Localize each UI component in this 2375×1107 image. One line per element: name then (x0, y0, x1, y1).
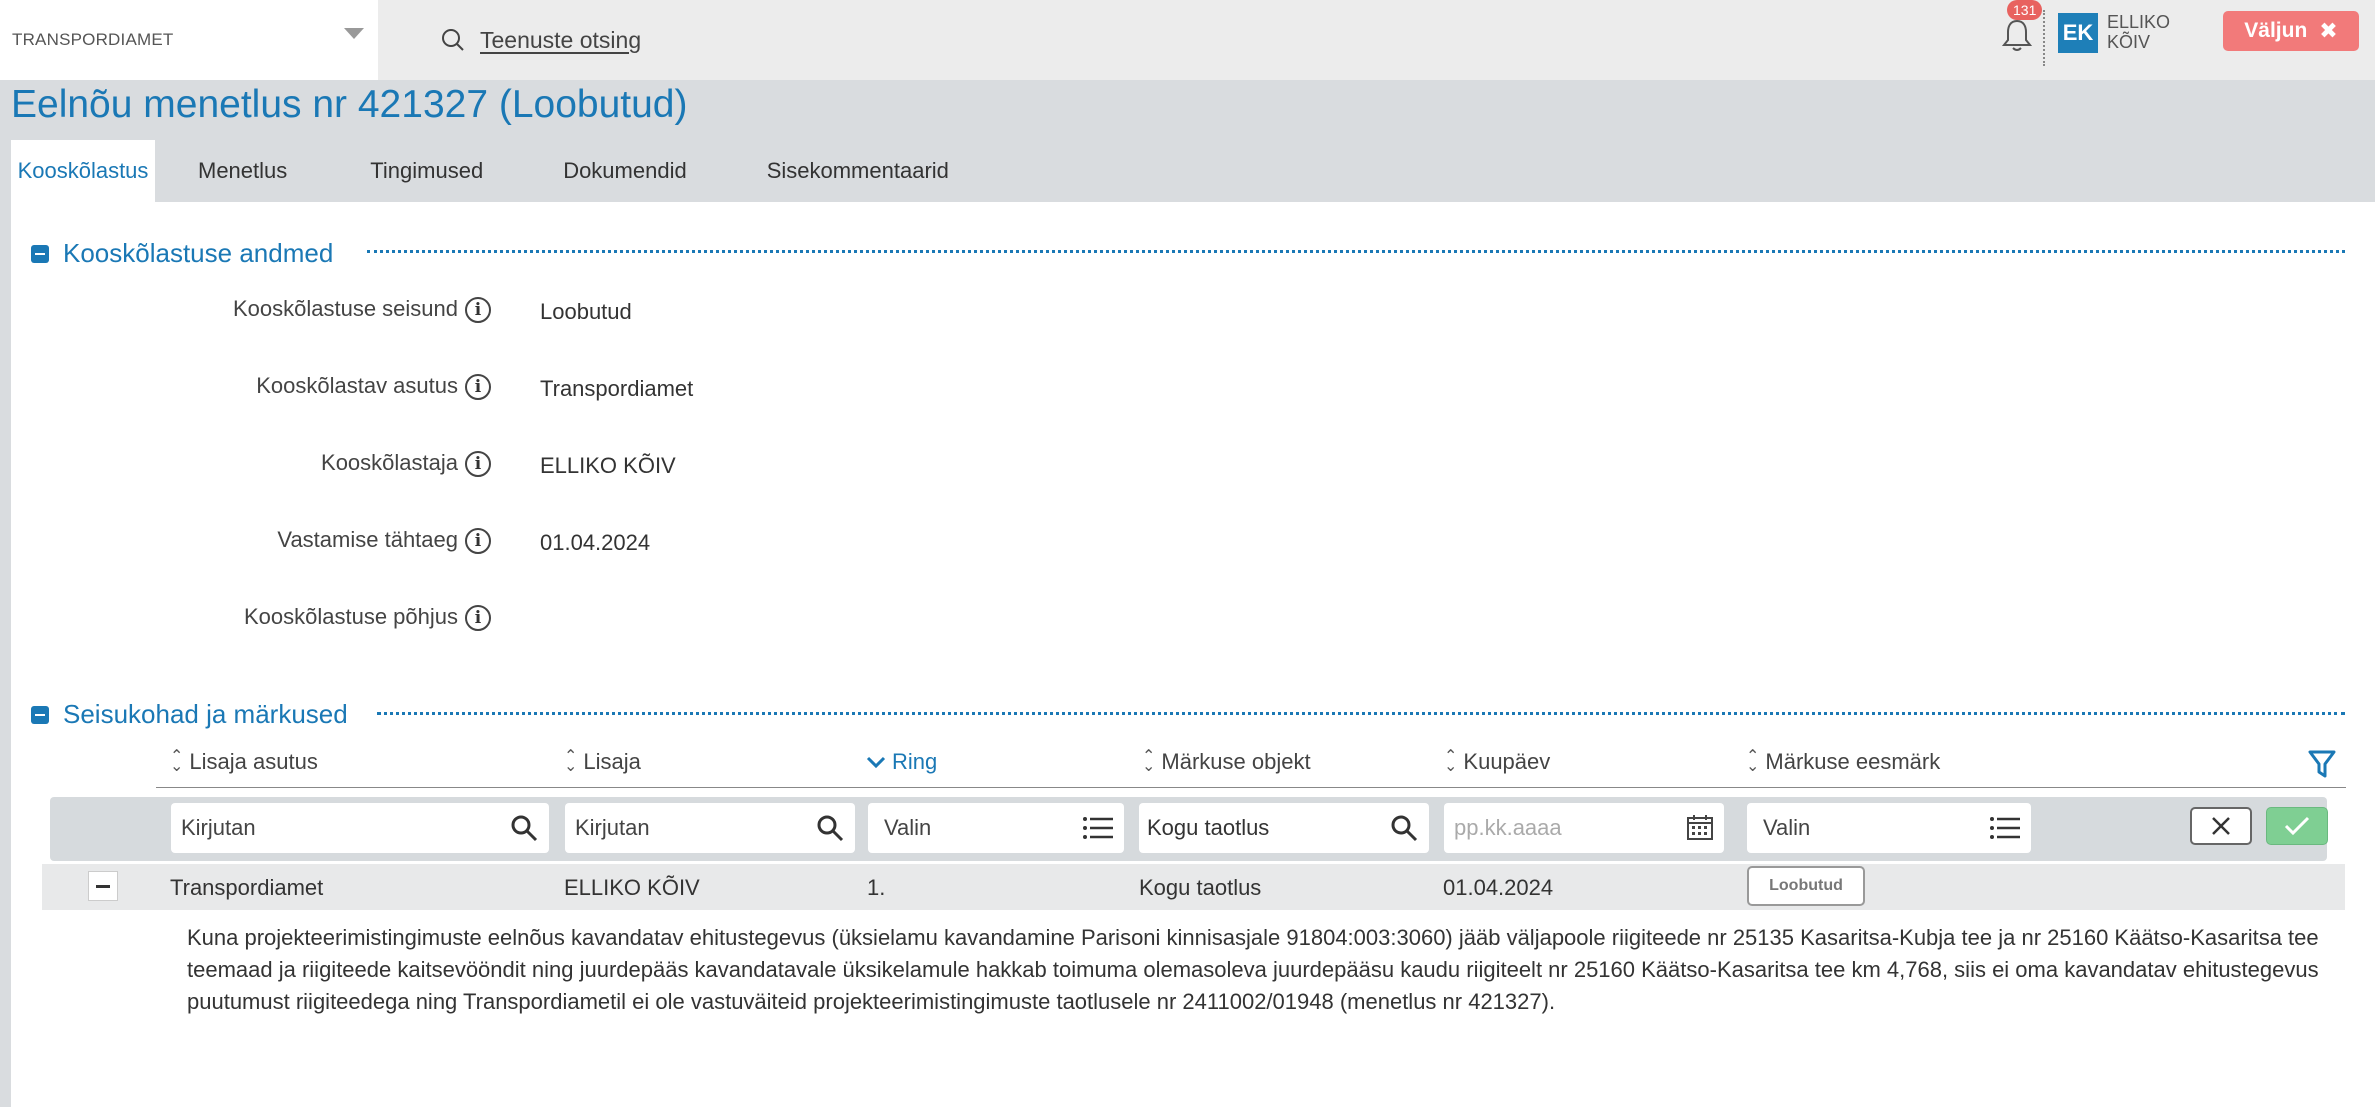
filter-kuupaev-input[interactable]: pp.kk.aaaa (1444, 803, 1724, 853)
field-label-pohjus: Kooskõlastuse põhjus (243, 604, 458, 629)
search-icon (817, 815, 844, 842)
filter-markuse-objekt-input[interactable]: Kogu taotlus (1139, 803, 1429, 853)
field-value-tahtaeg: 01.04.2024 (540, 530, 651, 555)
tab-dokumendid[interactable]: Dokumendid (523, 140, 727, 202)
collapse-icon[interactable] (31, 244, 49, 263)
collapse-icon[interactable] (31, 705, 49, 724)
column-header-ring[interactable]: Ring (866, 749, 937, 775)
filter-value: Valin (1763, 815, 1811, 840)
filter-ring-select[interactable]: Valin (868, 803, 1124, 853)
user-last-name: KÕIV (2107, 32, 2151, 52)
field-label-seisund: Kooskõlastuse seisund (232, 296, 458, 321)
close-icon: ✖ (2319, 18, 2338, 43)
bell-icon[interactable] (2000, 17, 2034, 53)
sort-icon: ⌃ ⌄ (1746, 748, 1760, 775)
field-value-asutus: Transpordiamet (540, 376, 694, 401)
top-bar: TRANSPORDIAMET Teenuste otsing 131 EK EL… (0, 0, 2375, 80)
column-header-markuse-eesmark[interactable]: ⌃ ⌄ Märkuse eesmärk (1746, 749, 1940, 775)
tab-menetlus[interactable]: Menetlus (155, 140, 330, 202)
tab-bar: Kooskõlastus Menetlus Tingimused Dokumen… (11, 140, 989, 202)
sort-icon: ⌃ ⌄ (564, 748, 578, 775)
search-icon (1391, 815, 1418, 842)
chevron-down-icon (344, 28, 364, 39)
info-icon[interactable]: i (465, 297, 491, 323)
section-title: Kooskõlastuse andmed (63, 238, 334, 268)
status-badge: Loobutud (1747, 866, 1865, 906)
collapse-row-toggle[interactable] (88, 871, 118, 901)
field-label-asutus: Kooskõlastav asutus (256, 373, 458, 398)
tab-sisekommentaarid[interactable]: Sisekommentaarid (727, 140, 989, 202)
column-header-lisaja[interactable]: ⌃ ⌄ Lisaja (564, 749, 641, 775)
cell-lisaja-asutus: Transpordiamet (170, 875, 324, 900)
section-title: Seisukohad ja märkused (63, 699, 348, 729)
column-header-markuse-objekt[interactable]: ⌃ ⌄ Märkuse objekt (1142, 749, 1311, 775)
column-header-kuupaev[interactable]: ⌃ ⌄ Kuupäev (1444, 749, 1550, 775)
list-icon (1083, 817, 1113, 839)
divider (2043, 10, 2045, 66)
column-header-label: Lisaja (583, 749, 641, 774)
notification-count-badge: 131 (2007, 0, 2043, 20)
column-header-label: Märkuse eesmärk (1765, 749, 1941, 774)
comment-text: Kuna projekteerimistingimuste eelnõus ka… (187, 925, 2319, 1014)
user-first-name: ELLIKO (2107, 12, 2171, 32)
user-name: ELLIKO KÕIV (2107, 12, 2170, 52)
filter-value: Kirjutan (181, 815, 256, 840)
section-divider (367, 250, 2345, 253)
sort-desc-icon (866, 756, 886, 769)
tab-tingimused[interactable]: Tingimused (330, 140, 523, 202)
section-header-kooskolastuse-andmed[interactable]: Kooskõlastuse andmed (31, 238, 333, 269)
clear-filters-button[interactable] (2190, 807, 2252, 845)
field-value-kooskolastaja: ELLIKO KÕIV (540, 453, 676, 478)
sort-icon: ⌃ ⌄ (170, 748, 184, 775)
filter-markuse-eesmark-select[interactable]: Valin (1747, 803, 2031, 853)
avatar[interactable]: EK (2058, 13, 2098, 53)
tab-kooskolastus[interactable]: Kooskõlastus (11, 140, 155, 202)
column-header-label: Lisaja asutus (189, 749, 318, 774)
field-value-seisund: Loobutud (540, 299, 632, 324)
column-header-lisaja-asutus[interactable]: ⌃ ⌄ Lisaja asutus (170, 749, 318, 775)
organization-select-value: TRANSPORDIAMET (12, 30, 174, 49)
search-icon (442, 29, 464, 51)
field-label-tahtaeg: Vastamise tähtaeg (277, 527, 458, 552)
info-icon[interactable]: i (465, 528, 491, 554)
filter-lisaja-input[interactable]: Kirjutan (565, 803, 855, 853)
left-edge (0, 202, 11, 1107)
list-icon (1990, 817, 2020, 839)
section-divider (377, 712, 2345, 715)
cell-ring: 1. (867, 875, 886, 900)
cell-markuse-objekt: Kogu taotlus (1139, 875, 1262, 900)
field-label-kooskolastaja: Kooskõlastaja (321, 450, 458, 475)
info-icon[interactable]: i (465, 374, 491, 400)
filter-value: Valin (884, 815, 932, 840)
section-header-seisukohad[interactable]: Seisukohad ja märkused (31, 699, 348, 730)
close-icon (2212, 817, 2230, 835)
organization-select[interactable]: TRANSPORDIAMET (0, 0, 378, 80)
filter-icon[interactable] (2307, 748, 2337, 780)
check-icon (2284, 816, 2310, 836)
sort-icon: ⌃ ⌄ (1142, 748, 1156, 775)
filter-lisaja-asutus-input[interactable]: Kirjutan (171, 803, 549, 853)
info-icon[interactable]: i (465, 605, 491, 631)
column-header-label: Ring (892, 749, 938, 774)
column-header-label: Märkuse objekt (1161, 749, 1311, 774)
column-header-label: Kuupäev (1463, 749, 1551, 774)
filter-value: Kogu taotlus (1147, 815, 1270, 840)
info-icon[interactable]: i (465, 451, 491, 477)
apply-filters-button[interactable] (2266, 807, 2328, 845)
table-header-divider (156, 787, 2346, 788)
search-icon (511, 815, 538, 842)
service-search-link[interactable]: Teenuste otsing (440, 18, 641, 62)
filter-value: Kirjutan (575, 815, 650, 840)
logout-button[interactable]: Väljun ✖ (2223, 11, 2359, 51)
service-search-label: Teenuste otsing (480, 26, 642, 53)
calendar-icon[interactable] (1686, 813, 1714, 841)
page-title: Eelnõu menetlus nr 421327 (Loobutud) (11, 83, 688, 126)
cell-lisaja: ELLIKO KÕIV (564, 875, 700, 900)
filter-placeholder: pp.kk.aaaa (1454, 815, 1562, 840)
logout-label: Väljun (2244, 19, 2308, 42)
cell-kuupaev: 01.04.2024 (1443, 875, 1554, 900)
sort-icon: ⌃ ⌄ (1444, 748, 1458, 775)
